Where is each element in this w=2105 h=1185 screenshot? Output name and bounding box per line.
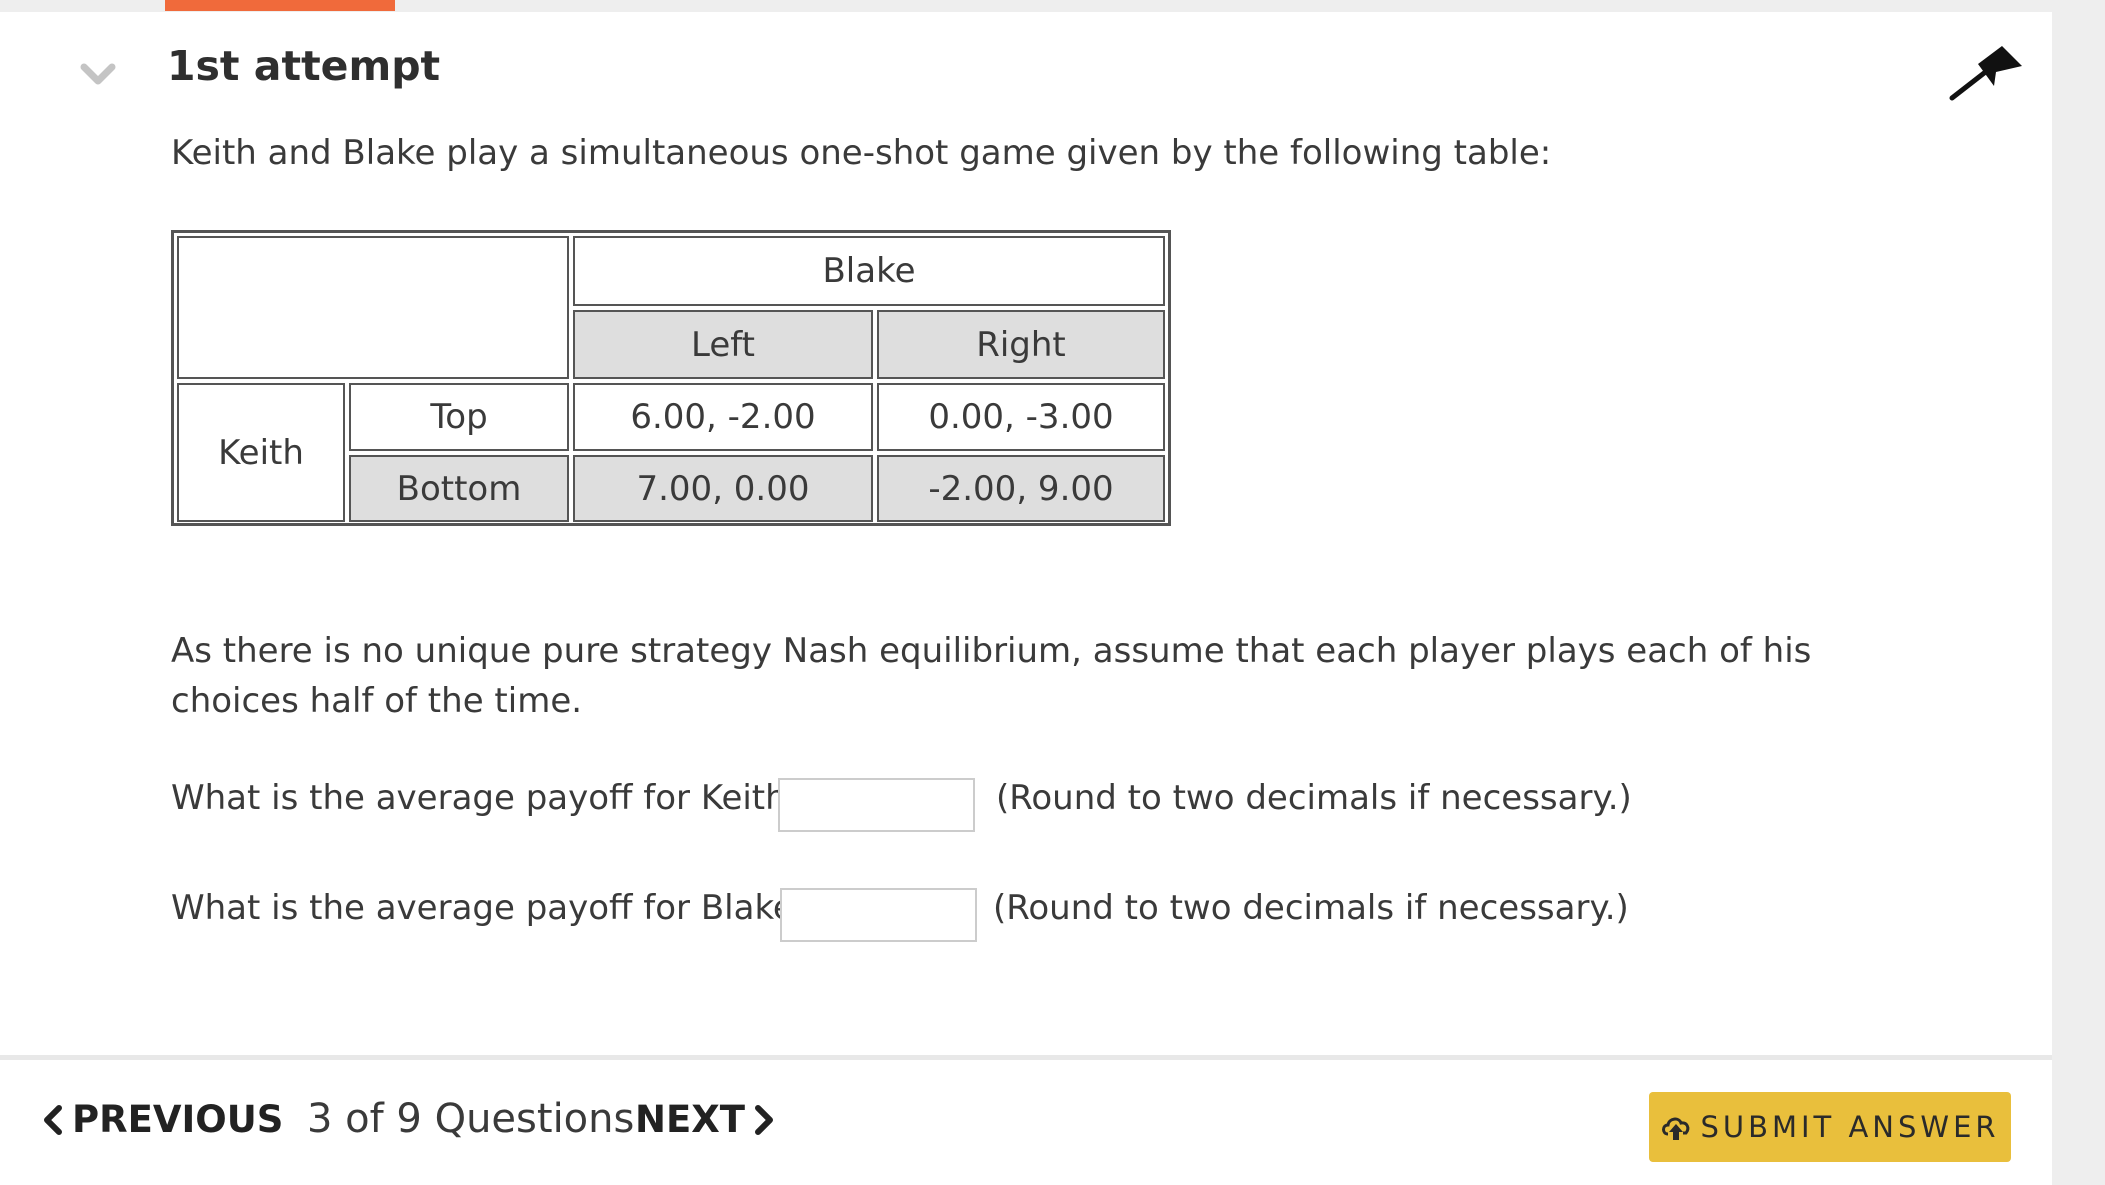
chevron-left-icon [44, 1104, 62, 1135]
payoff-top-right: 0.00, -3.00 [877, 383, 1165, 451]
footer-divider [0, 1055, 2052, 1060]
row-player-header: Keith [177, 383, 345, 522]
payoff-bottom-right: -2.00, 9.00 [877, 455, 1165, 522]
attempt-tab-indicator [165, 0, 395, 11]
right-gutter [2052, 12, 2105, 1185]
keith-payoff-label: What is the average payoff for Keith? [171, 778, 805, 818]
previous-label: PREVIOUS [72, 1098, 284, 1141]
payoff-table: Blake Left Right Keith Top Bottom 6.00, … [171, 230, 1171, 526]
col-label-right: Right [877, 310, 1165, 379]
blake-payoff-input[interactable] [780, 888, 977, 942]
question-prompt: Keith and Blake play a simultaneous one-… [171, 133, 1552, 173]
payoff-bottom-left: 7.00, 0.00 [573, 455, 873, 522]
col-player-header: Blake [573, 236, 1165, 306]
flag-icon[interactable] [1948, 40, 2026, 102]
row-label-top: Top [349, 383, 569, 451]
blake-payoff-label: What is the average payoff for Blake? [171, 888, 812, 928]
chevron-right-icon [755, 1104, 774, 1135]
chevron-down-icon[interactable] [78, 55, 118, 95]
payoff-top-left: 6.00, -2.00 [573, 383, 873, 451]
row-label-bottom: Bottom [349, 455, 569, 522]
next-button[interactable]: NEXT [635, 1098, 775, 1141]
question-note: As there is no unique pure strategy Nash… [171, 631, 1812, 721]
blake-payoff-hint: (Round to two decimals if necessary.) [993, 888, 1629, 928]
previous-button[interactable]: PREVIOUS [42, 1098, 283, 1141]
next-label: NEXT [635, 1098, 746, 1141]
submit-answer-label: SUBMIT ANSWER [1700, 1110, 2000, 1144]
keith-payoff-hint: (Round to two decimals if necessary.) [996, 778, 1632, 818]
table-corner-cell [177, 236, 569, 379]
attempt-title: 1st attempt [167, 42, 441, 90]
keith-payoff-input[interactable] [778, 778, 975, 832]
submit-answer-button[interactable]: SUBMIT ANSWER [1649, 1092, 2011, 1162]
question-counter: 3 of 9 Questions [307, 1096, 635, 1142]
col-label-left: Left [573, 310, 873, 379]
cloud-upload-icon [1662, 1117, 1690, 1140]
